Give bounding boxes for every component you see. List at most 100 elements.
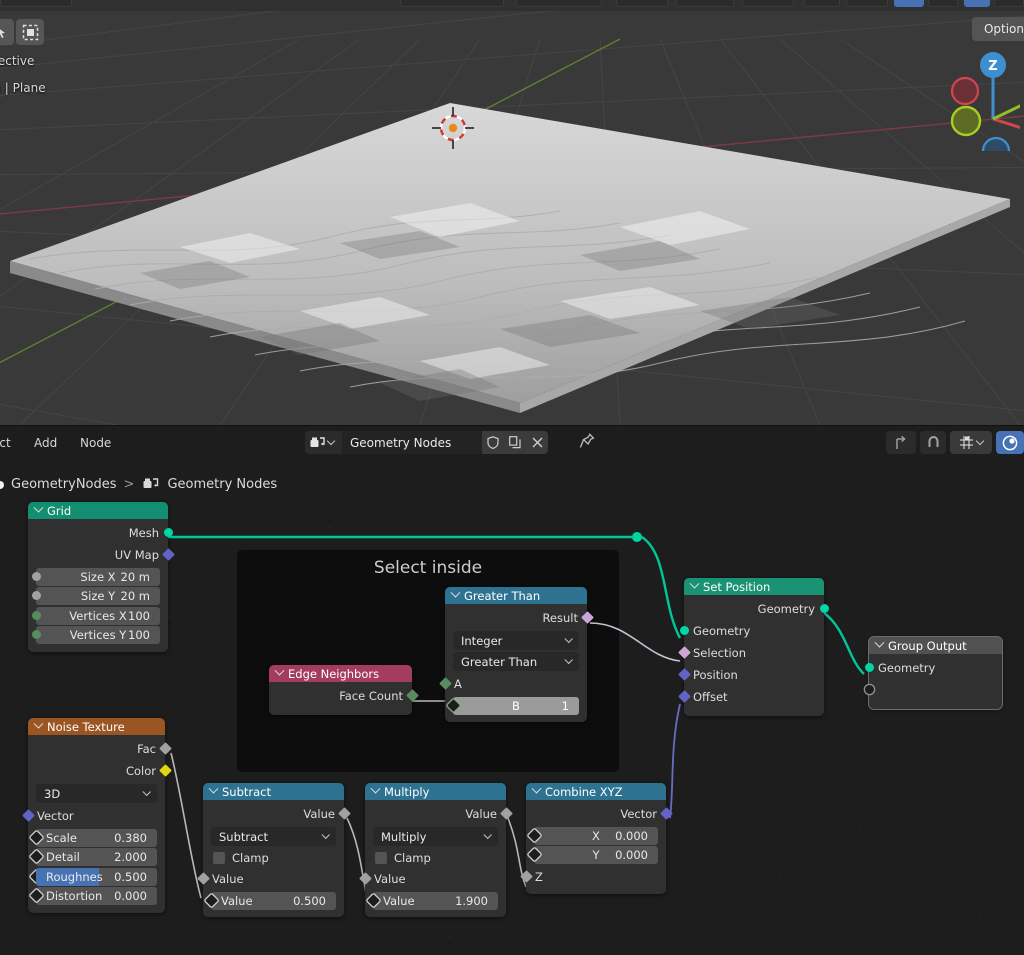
node-header-edge-neighbors[interactable]: Edge Neighbors [269, 665, 412, 682]
checkbox-box[interactable] [213, 852, 225, 864]
socket-geometry-output[interactable] [819, 604, 829, 613]
dropdown-operation[interactable]: Multiply [373, 827, 498, 846]
node-group-output[interactable]: Group Output Geometry [864, 636, 1003, 710]
node-header-subtract[interactable]: Subtract [203, 783, 344, 800]
field-y[interactable]: Y 0.000 [527, 846, 658, 864]
dropdown-operation[interactable]: Greater Than [453, 652, 579, 671]
chevron-down-icon[interactable] [370, 783, 381, 794]
dropdown-noise-dimensions[interactable]: 3D [36, 784, 157, 803]
chevron-down-icon[interactable] [142, 787, 151, 796]
toolbar-chip[interactable] [0, 0, 72, 7]
viewport-3d[interactable]: spective tion | Plane Option Z [0, 11, 1024, 425]
node-header-group-output[interactable]: Group Output [869, 637, 1002, 654]
viewport-tool-buttons[interactable] [0, 19, 44, 45]
field-value: 0.000 [114, 889, 147, 903]
snap-mode-dropdown[interactable] [950, 431, 992, 454]
chevron-down-icon[interactable] [450, 587, 461, 598]
toolbar-chip[interactable] [516, 0, 602, 7]
chevron-down-icon[interactable] [33, 718, 44, 729]
field-size-y[interactable]: Size Y 20 m [31, 587, 160, 605]
toolbar-chip[interactable] [804, 0, 840, 7]
node-header-grid[interactable]: Grid [28, 502, 168, 519]
chevron-down-icon[interactable] [874, 637, 885, 648]
field-roughness[interactable]: Roughnes 0.500 [29, 867, 157, 886]
chevron-down-icon[interactable] [321, 830, 330, 839]
checkbox-box[interactable] [375, 852, 387, 864]
node-header-noise-texture[interactable]: Noise Texture [28, 718, 165, 735]
node-noise-texture[interactable]: Noise Texture Fac Color 3D Vector Scale … [21, 718, 172, 913]
node-subtract[interactable]: Subtract Value Subtract Clamp Value Valu… [196, 783, 351, 917]
chevron-down-icon[interactable] [326, 436, 336, 445]
chevron-down-icon[interactable] [531, 783, 542, 794]
checkbox-clamp[interactable]: Clamp [203, 848, 344, 868]
socket-size-y[interactable] [31, 591, 41, 600]
toolbar-chip-active[interactable] [894, 0, 924, 7]
toolbar-chip[interactable] [676, 0, 734, 7]
chevron-down-icon[interactable] [564, 655, 573, 664]
socket-size-x[interactable] [31, 571, 41, 581]
go-to-parent-button[interactable] [886, 431, 916, 454]
node-set-position[interactable]: Set Position Geometry Geometry Selection… [677, 578, 829, 716]
socket-vertices-y[interactable] [31, 630, 41, 639]
chevron-down-icon[interactable] [689, 578, 700, 589]
node-combine-xyz[interactable]: Combine XYZ Vector X 0.000 Y 0.000 Z [519, 783, 673, 894]
field-size-x[interactable]: Size X 20 m [31, 567, 160, 586]
checkbox-clamp[interactable]: Clamp [365, 848, 506, 868]
chevron-down-icon[interactable] [975, 436, 985, 446]
viewport-options-button[interactable]: Option [971, 17, 1024, 41]
dropdown-operation[interactable]: Subtract [211, 827, 336, 846]
menu-select[interactable]: ect [0, 436, 11, 450]
snap-magnet-icon[interactable] [920, 431, 946, 454]
chevron-down-icon[interactable] [33, 502, 44, 513]
field-value-b[interactable]: Value 1.900 [366, 891, 498, 910]
socket-virtual[interactable] [864, 685, 874, 694]
overlays-toggle[interactable] [996, 431, 1024, 454]
field-vertices-x[interactable]: Vertices X 100 [31, 606, 160, 625]
menu-node[interactable]: Node [80, 436, 111, 450]
node-greater-than[interactable]: Greater Than Result Integer Greater Than… [438, 587, 594, 722]
node-header-multiply[interactable]: Multiply [365, 783, 506, 800]
field-b[interactable]: B 1 [446, 696, 579, 715]
field-scale[interactable]: Scale 0.380 [29, 828, 157, 847]
socket-geometry-input[interactable] [864, 663, 874, 672]
field-vertices-y[interactable]: Vertices Y 100 [31, 626, 160, 644]
chevron-down-icon[interactable] [274, 665, 285, 676]
socket-mesh-output[interactable] [163, 528, 173, 537]
socket-vertices-x[interactable] [31, 610, 41, 620]
node-header-set-position[interactable]: Set Position [684, 578, 824, 595]
browse-node-tree-button[interactable] [305, 431, 342, 454]
socket-geometry-input[interactable] [679, 626, 689, 635]
tweak-tool-icon[interactable] [0, 19, 14, 45]
chevron-down-icon[interactable] [564, 634, 573, 643]
toolbar-chip[interactable] [928, 0, 958, 7]
navigation-gizmo[interactable]: Z [930, 41, 1020, 151]
node-multiply[interactable]: Multiply Value Multiply Clamp Value Valu… [358, 783, 513, 917]
toolbar-chip[interactable] [616, 0, 668, 7]
menu-add[interactable]: Add [34, 436, 57, 450]
dropdown-data-type[interactable]: Integer [453, 631, 579, 650]
node-tree-name-field[interactable]: Geometry Nodes [342, 431, 482, 454]
node-canvas[interactable]: Select inside Grid Mesh UV Map Size X 20… [0, 497, 1024, 955]
field-distortion[interactable]: Distortion 0.000 [29, 887, 157, 905]
toolbar-chip-active[interactable] [964, 0, 990, 7]
fake-user-shield-icon[interactable] [482, 431, 504, 454]
field-value-b[interactable]: Value 0.500 [204, 891, 336, 910]
breadcrumb-object[interactable]: GeometryNodes [11, 477, 117, 492]
toolbar-chip[interactable] [742, 0, 794, 7]
toolbar-chip[interactable] [994, 0, 1024, 7]
toolbar-chip[interactable] [846, 0, 888, 7]
node-grid[interactable]: Grid Mesh UV Map Size X 20 m Size Y 20 m… [28, 502, 175, 652]
field-x[interactable]: X 0.000 [527, 826, 658, 845]
chevron-down-icon[interactable] [208, 783, 219, 794]
pin-icon[interactable] [578, 432, 598, 452]
node-header-greater-than[interactable]: Greater Than [445, 587, 587, 604]
breadcrumb-modifier[interactable]: Geometry Nodes [167, 477, 277, 492]
toolbar-chip[interactable] [400, 0, 504, 7]
field-detail[interactable]: Detail 2.000 [29, 848, 157, 866]
duplicate-copy-icon[interactable] [504, 431, 526, 454]
node-edge-neighbors[interactable]: Edge Neighbors Face Count [269, 665, 419, 715]
select-box-icon[interactable] [16, 19, 44, 45]
node-header-combine-xyz[interactable]: Combine XYZ [526, 783, 666, 800]
unlink-x-icon[interactable] [526, 431, 548, 454]
chevron-down-icon[interactable] [483, 830, 492, 839]
